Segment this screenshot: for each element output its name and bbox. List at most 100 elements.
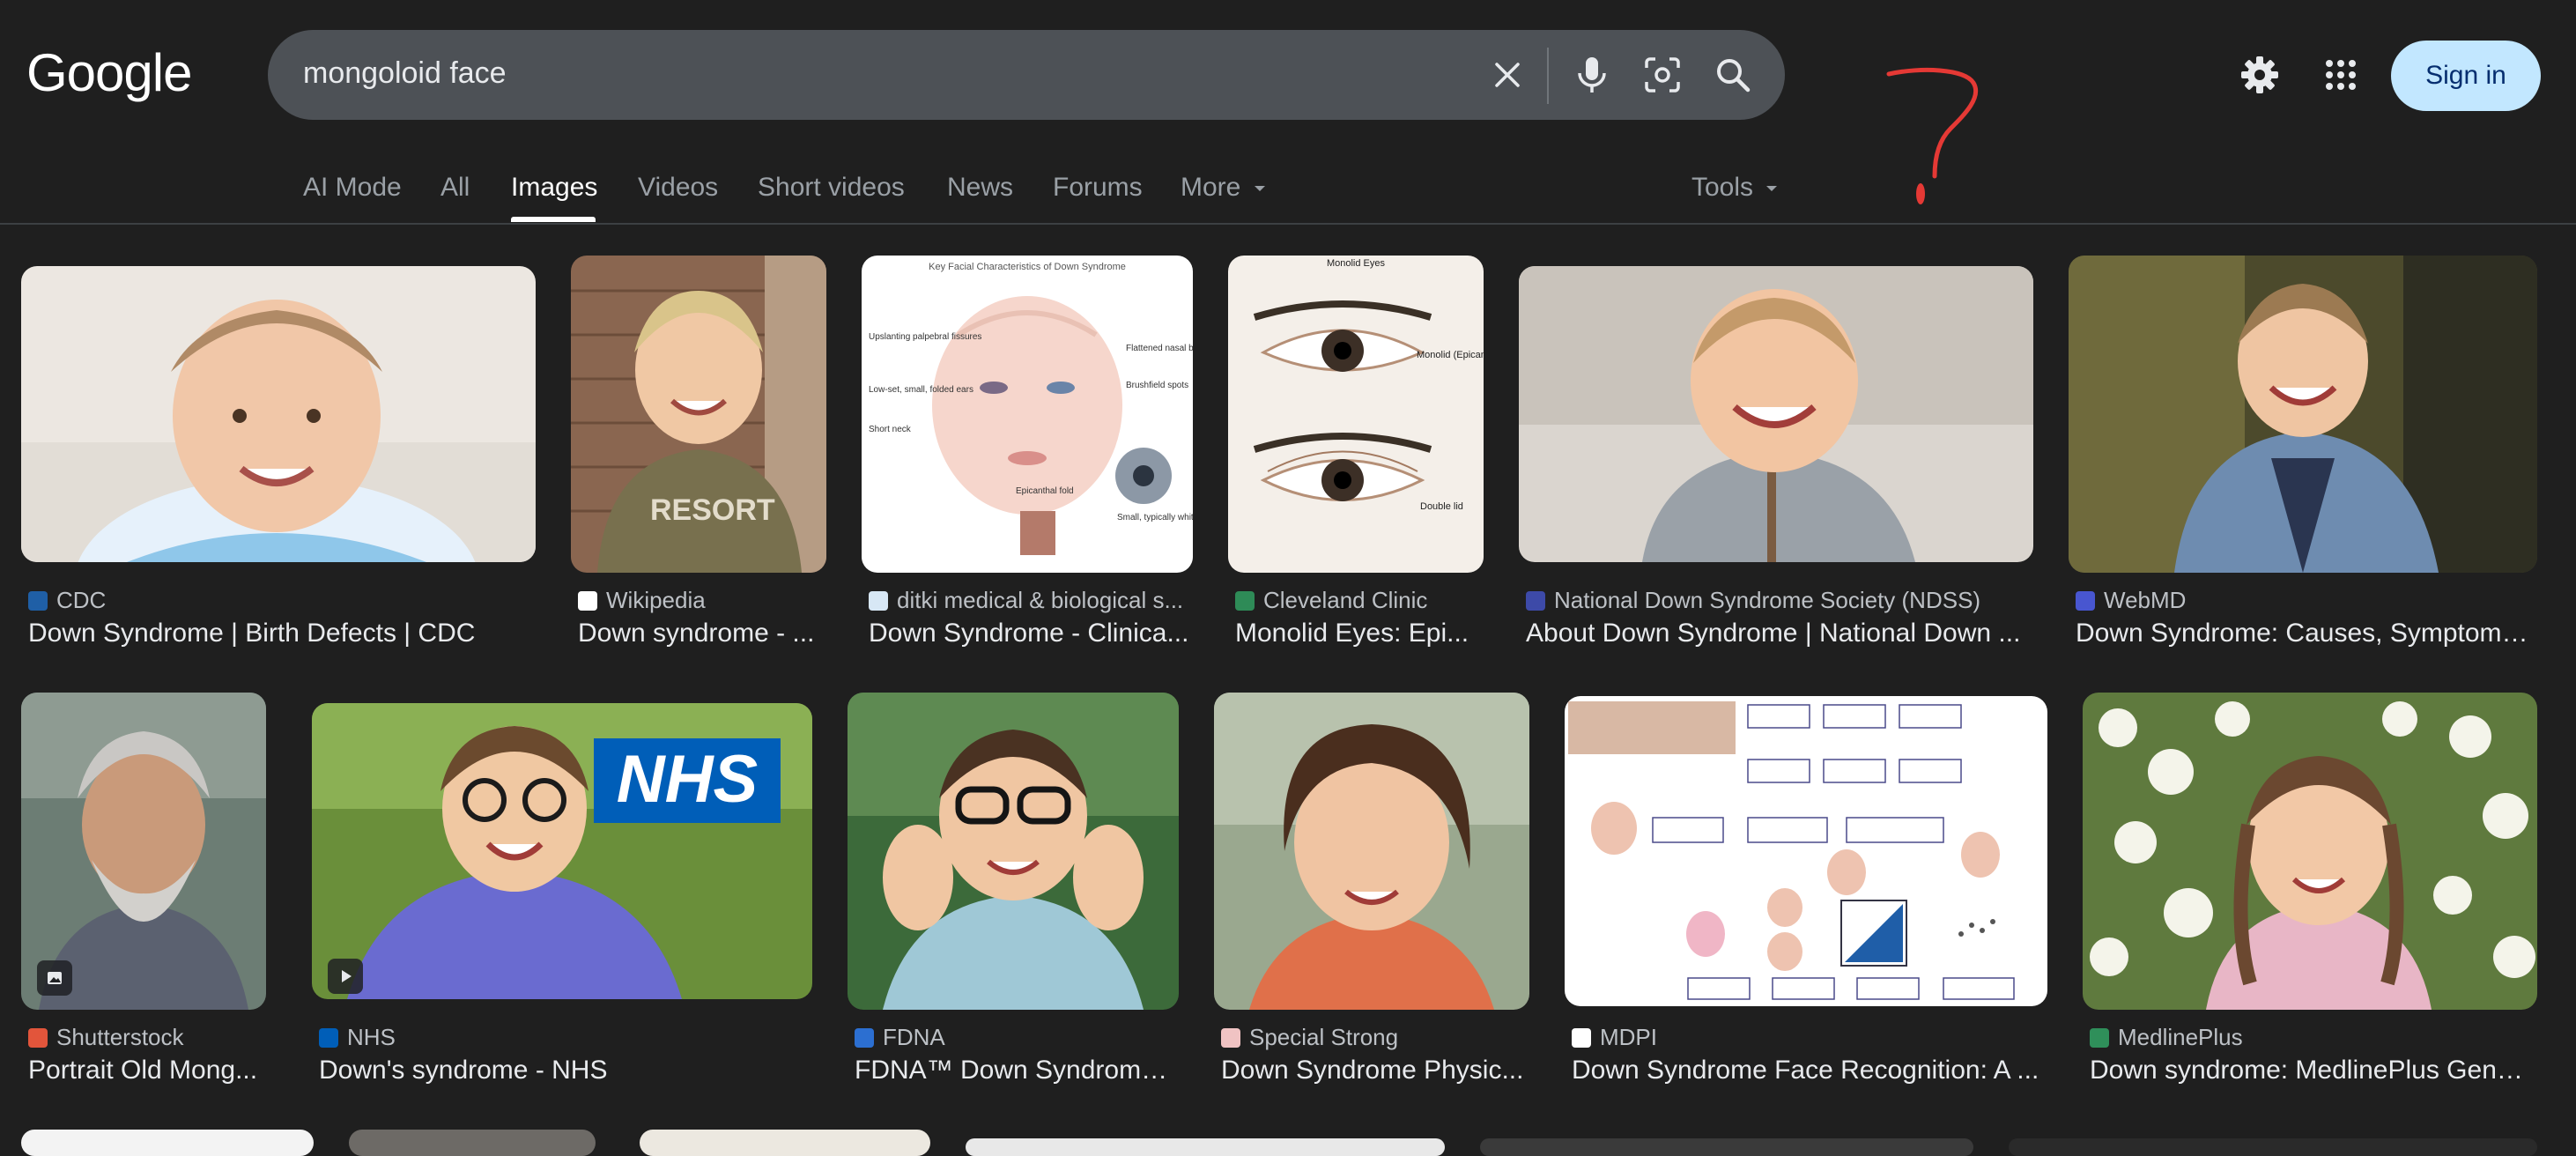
source-label: MedlinePlus bbox=[2118, 1024, 2243, 1050]
sign-in-button[interactable]: Sign in bbox=[2391, 41, 2541, 111]
result-title-cdc[interactable]: Down Syndrome | Birth Defects | CDC bbox=[28, 619, 539, 648]
tab-ai-mode[interactable]: AI Mode bbox=[303, 173, 402, 203]
result-title-ditki[interactable]: Down Syndrome - Clinica... bbox=[869, 619, 1191, 648]
diagram-label: Short neck bbox=[869, 425, 912, 434]
diagram-label: Epicanthal fold bbox=[1016, 486, 1074, 496]
result-image-row3-5[interactable] bbox=[1480, 1138, 1973, 1156]
source-label: FDNA bbox=[883, 1024, 945, 1050]
image-icon bbox=[48, 972, 62, 984]
play-icon bbox=[342, 970, 352, 982]
camera-lens-icon[interactable] bbox=[1632, 44, 1693, 106]
result-title-cleveland-clinic[interactable]: Monolid Eyes: Epi... bbox=[1235, 619, 1487, 648]
result-title-shutterstock[interactable]: Portrait Old Mong... bbox=[28, 1056, 273, 1086]
result-source-nhs[interactable]: NHS bbox=[319, 1024, 396, 1051]
eyes-label: Double lid bbox=[1420, 501, 1463, 512]
webmd-favicon-icon bbox=[2076, 590, 2095, 611]
result-image-medlineplus[interactable] bbox=[2083, 693, 2537, 1010]
diagram-label: Upslanting palpebral fissures bbox=[869, 332, 981, 342]
diagram-label: Small, typically white spots arranged in… bbox=[1117, 513, 1193, 522]
active-tab-indicator bbox=[511, 217, 596, 222]
tab-images[interactable]: Images bbox=[511, 173, 597, 203]
result-image-row3-4[interactable] bbox=[966, 1138, 1445, 1156]
result-source-ndss[interactable]: National Down Syndrome Society (NDSS) bbox=[1526, 587, 1980, 614]
result-image-ndss[interactable] bbox=[1519, 266, 2033, 562]
cdc-favicon-icon bbox=[28, 590, 48, 611]
result-title-webmd[interactable]: Down Syndrome: Causes, Symptoms ... bbox=[2076, 619, 2534, 648]
result-image-wikipedia[interactable]: RESORT bbox=[571, 256, 826, 573]
video-badge bbox=[328, 959, 363, 994]
special-strong-favicon-icon bbox=[1221, 1027, 1240, 1048]
annotation-question-mark bbox=[1886, 67, 1979, 204]
source-label: Special Strong bbox=[1249, 1024, 1399, 1050]
cleveland-clinic-favicon-icon bbox=[1235, 590, 1255, 611]
source-label: NHS bbox=[347, 1024, 396, 1050]
result-source-webmd[interactable]: WebMD bbox=[2076, 587, 2186, 614]
result-source-cdc[interactable]: CDC bbox=[28, 587, 106, 614]
clear-icon[interactable] bbox=[1477, 44, 1538, 106]
ndss-favicon-icon bbox=[1526, 590, 1545, 611]
result-title-nhs[interactable]: Down's syndrome - NHS bbox=[319, 1056, 812, 1086]
result-title-medlineplus[interactable]: Down syndrome: MedlinePlus Genet... bbox=[2090, 1056, 2537, 1086]
result-title-fdna[interactable]: FDNA™ Down Syndrome... bbox=[855, 1056, 1177, 1086]
source-label: ditki medical & biological s... bbox=[897, 587, 1184, 613]
result-image-nhs[interactable]: NHS bbox=[312, 703, 812, 999]
search-input[interactable]: mongoloid face bbox=[303, 56, 507, 91]
source-label: Wikipedia bbox=[606, 587, 706, 613]
result-image-row3-6[interactable] bbox=[2009, 1138, 2537, 1156]
result-image-row3-1[interactable] bbox=[21, 1130, 314, 1156]
result-image-webmd[interactable] bbox=[2069, 256, 2537, 573]
result-source-wikipedia[interactable]: Wikipedia bbox=[578, 587, 706, 614]
diagram-label: Flattened nasal bridge bbox=[1126, 344, 1193, 353]
result-source-medlineplus[interactable]: MedlinePlus bbox=[2090, 1024, 2243, 1051]
shirt-text: RESORT bbox=[650, 493, 775, 527]
source-label: Shutterstock bbox=[56, 1024, 184, 1050]
result-image-special-strong[interactable] bbox=[1214, 693, 1529, 1010]
tab-news[interactable]: News bbox=[947, 173, 1013, 203]
tab-short-videos[interactable]: Short videos bbox=[758, 173, 905, 203]
result-title-wikipedia[interactable]: Down syndrome - ... bbox=[578, 619, 833, 648]
apps-grid-icon[interactable] bbox=[2310, 44, 2372, 106]
result-source-special-strong[interactable]: Special Strong bbox=[1221, 1024, 1398, 1051]
diagram-label: Brushfield spots bbox=[1126, 381, 1188, 390]
result-title-special-strong[interactable]: Down Syndrome Physic... bbox=[1221, 1056, 1526, 1086]
result-title-ndss[interactable]: About Down Syndrome | National Down ... bbox=[1526, 619, 2037, 648]
diagram-title-text: Key Facial Characteristics of Down Syndr… bbox=[929, 262, 1126, 272]
search-divider bbox=[1547, 48, 1549, 104]
settings-icon[interactable] bbox=[2229, 44, 2291, 106]
source-label: CDC bbox=[56, 587, 107, 613]
tab-more[interactable]: More bbox=[1181, 173, 1266, 203]
microphone-icon[interactable] bbox=[1561, 44, 1623, 106]
result-image-mdpi[interactable] bbox=[1565, 696, 2047, 1006]
result-source-fdna[interactable]: FDNA bbox=[855, 1024, 945, 1051]
source-label: WebMD bbox=[2104, 587, 2187, 613]
eyes-title-text: Monolid Eyes bbox=[1327, 258, 1386, 269]
dropdown-arrow-icon bbox=[1254, 186, 1265, 192]
source-label: MDPI bbox=[1600, 1024, 1657, 1050]
header-divider bbox=[0, 223, 2576, 225]
tab-all[interactable]: All bbox=[440, 173, 470, 203]
wikipedia-favicon-icon bbox=[578, 590, 597, 611]
result-source-ditki[interactable]: ditki medical & biological s... bbox=[869, 587, 1183, 614]
eyes-label: Monolid (Epicanthal fold) bbox=[1417, 350, 1484, 360]
search-icon[interactable] bbox=[1702, 44, 1764, 106]
source-label: National Down Syndrome Society (NDSS) bbox=[1554, 587, 1981, 613]
tab-forums[interactable]: Forums bbox=[1053, 173, 1143, 203]
result-image-fdna[interactable] bbox=[848, 693, 1179, 1010]
result-image-cleveland-clinic[interactable]: Monolid Eyes Monolid (Epicanthal fold) Dou… bbox=[1228, 256, 1484, 573]
result-image-row3-2[interactable] bbox=[349, 1130, 596, 1156]
source-label: Cleveland Clinic bbox=[1263, 587, 1428, 613]
shutterstock-favicon-icon bbox=[28, 1027, 48, 1048]
result-source-shutterstock[interactable]: Shutterstock bbox=[28, 1024, 184, 1051]
tools-button[interactable]: Tools bbox=[1691, 173, 1778, 203]
medlineplus-favicon-icon bbox=[2090, 1027, 2109, 1048]
result-image-row3-3[interactable] bbox=[640, 1130, 930, 1156]
result-source-mdpi[interactable]: MDPI bbox=[1572, 1024, 1657, 1051]
result-image-ditki[interactable]: Key Facial Characteristics of Down Syndr… bbox=[862, 256, 1193, 573]
result-image-cdc[interactable] bbox=[21, 266, 536, 562]
tab-videos[interactable]: Videos bbox=[638, 173, 718, 203]
tools-label: Tools bbox=[1691, 173, 1754, 202]
result-title-mdpi[interactable]: Down Syndrome Face Recognition: A ... bbox=[1572, 1056, 2047, 1086]
google-logo[interactable]: Google bbox=[26, 42, 192, 103]
diagram-label: Low-set, small, folded ears bbox=[869, 385, 973, 395]
result-source-cleveland-clinic[interactable]: Cleveland Clinic bbox=[1235, 587, 1427, 614]
